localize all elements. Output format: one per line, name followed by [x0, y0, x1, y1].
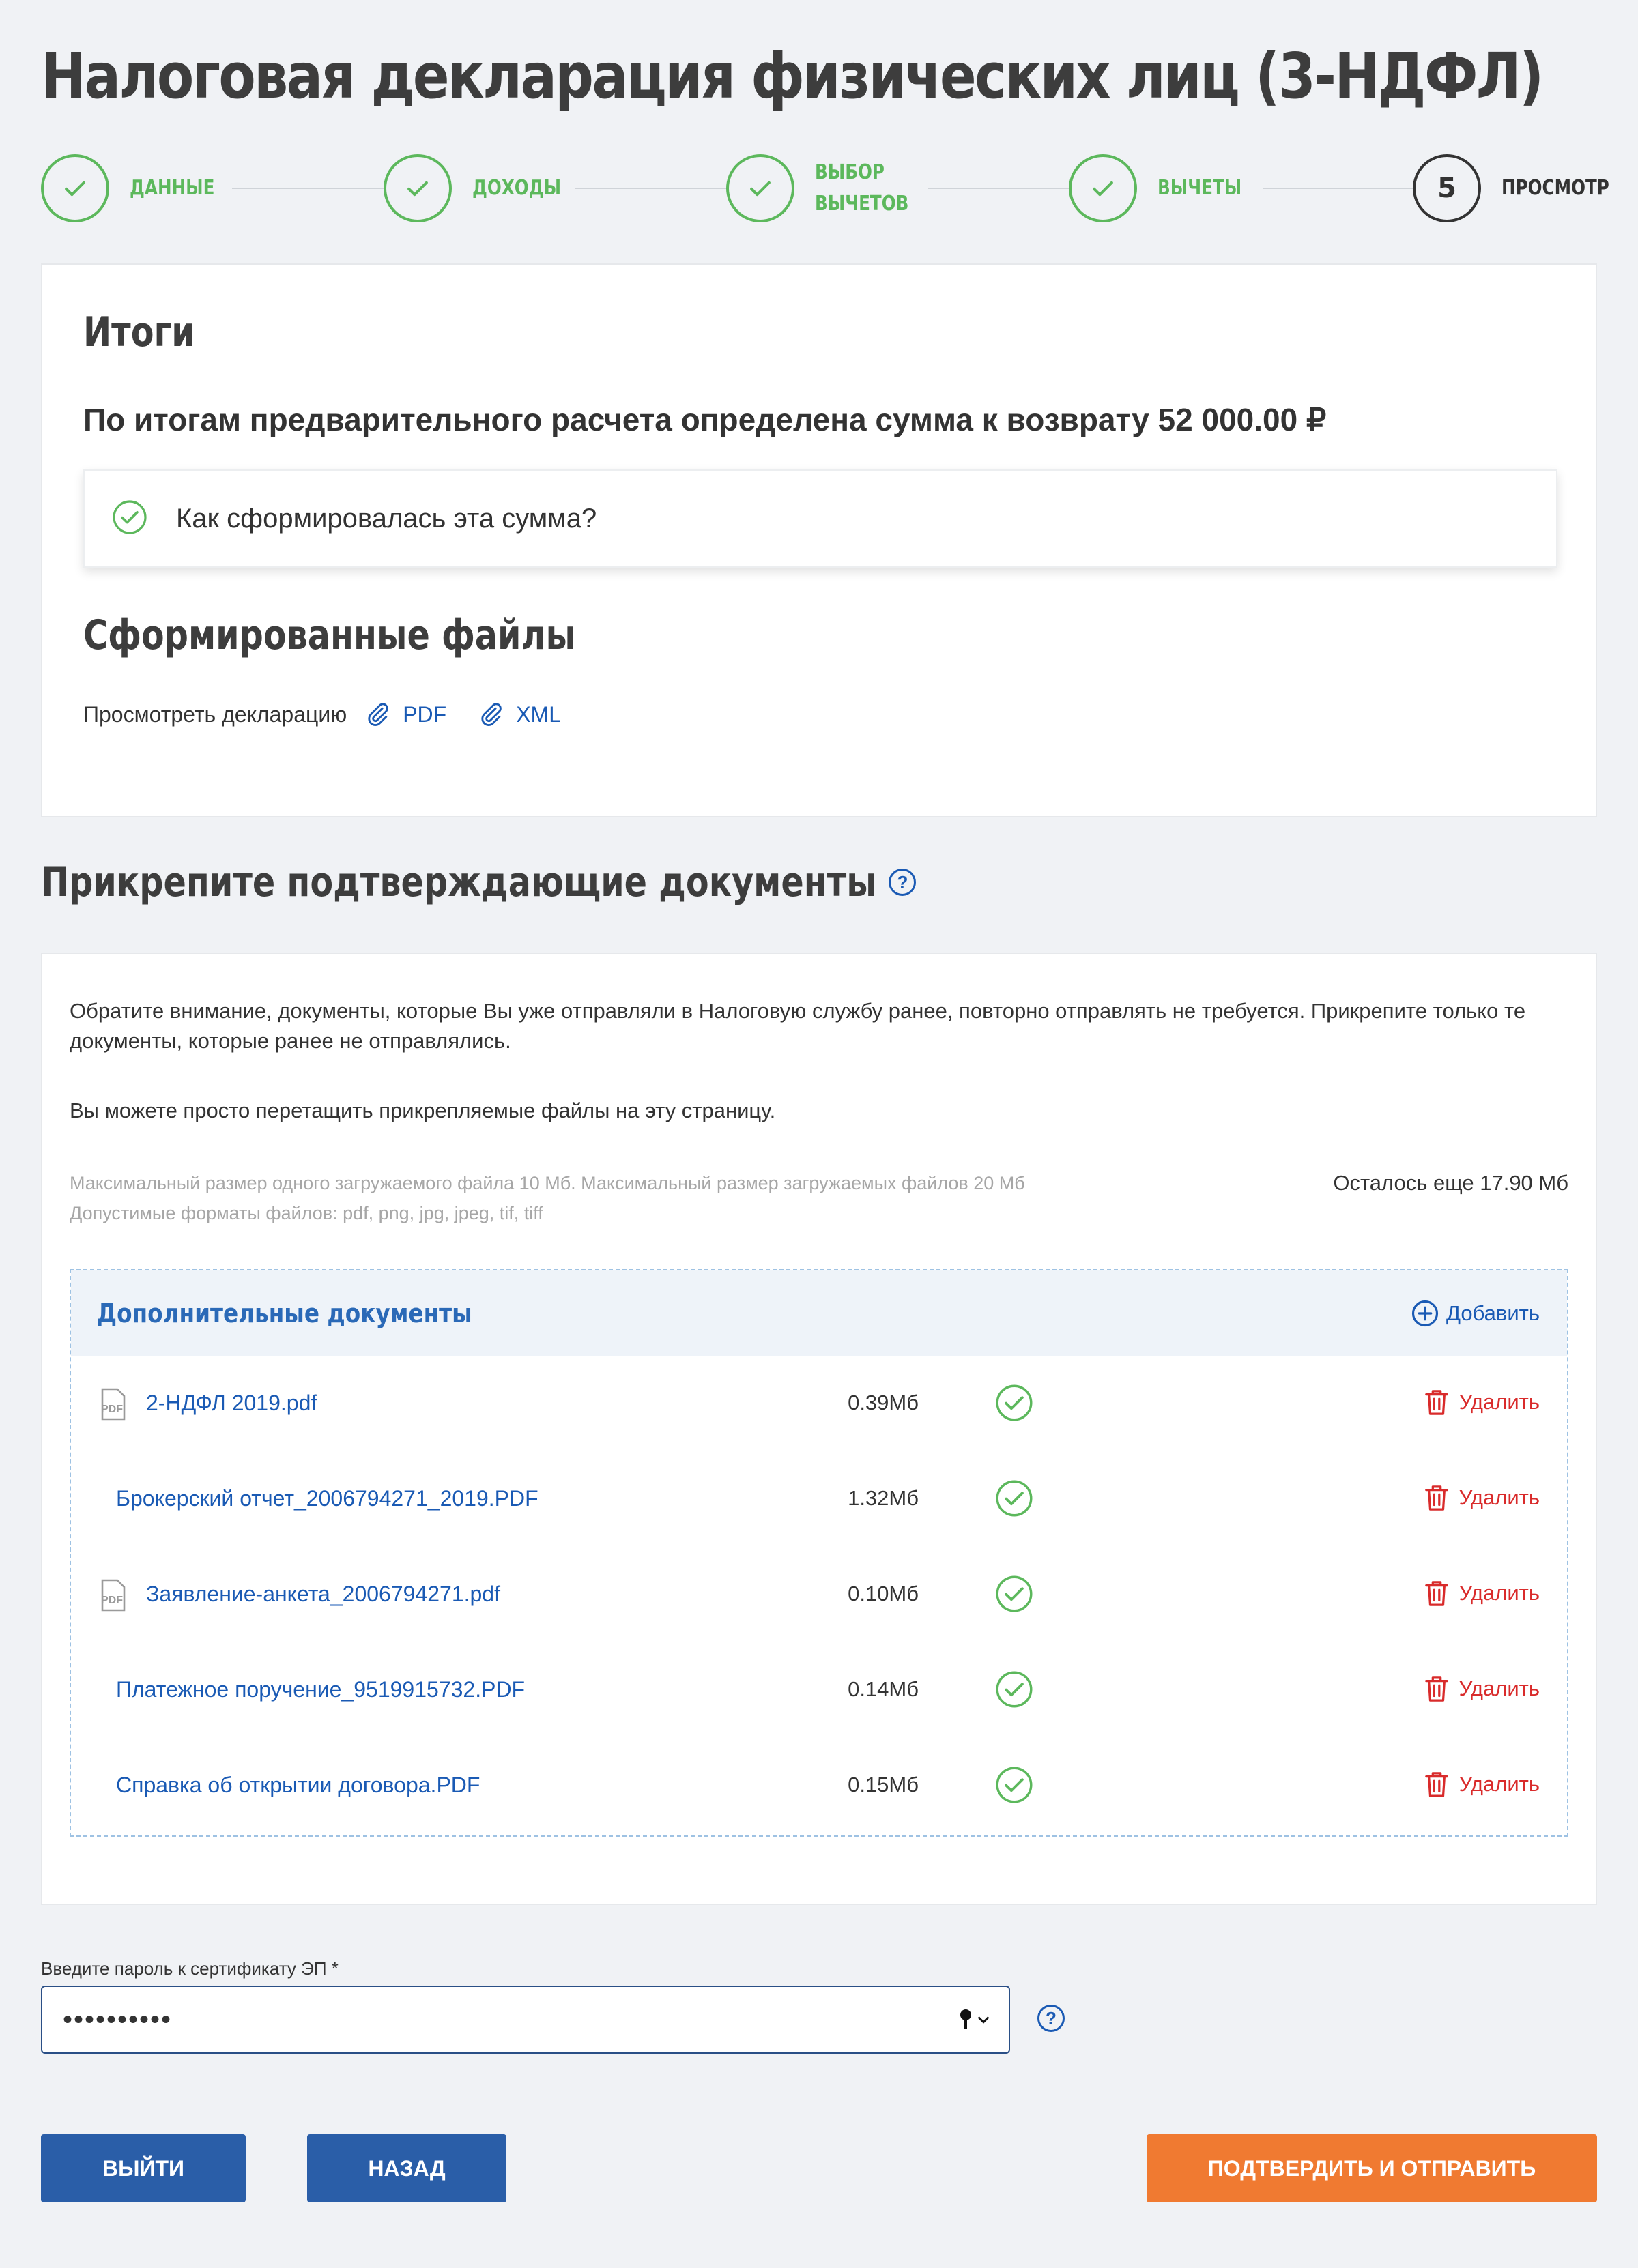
results-heading: Итоги [83, 308, 195, 356]
declaration-files: Просмотреть декларацию PDF XML [83, 701, 561, 727]
exit-button[interactable]: Выйти [41, 2134, 246, 2202]
step-deduction-choice[interactable]: Выбор вычетов [726, 154, 930, 222]
plus-circle-icon [1411, 1300, 1439, 1327]
drag-drop-note: Вы можете просто перетащить прикрепляемы… [70, 1099, 776, 1122]
check-icon [384, 154, 452, 222]
document-row: Справка об открытии договора.PDF 0.15Мб … [71, 1739, 1567, 1834]
step-number: 5 [1413, 154, 1481, 222]
check-circle-icon [995, 1384, 1033, 1425]
key-dropdown[interactable] [960, 2009, 991, 2031]
resend-note: Обратите внимание, документы, которые Вы… [70, 999, 1526, 1053]
back-button[interactable]: Назад [307, 2134, 506, 2202]
step-label: Вычеты [1158, 176, 1242, 200]
document-name[interactable]: Платежное поручение_9519915732.PDF [116, 1677, 525, 1702]
pdf-link[interactable]: PDF [364, 701, 446, 727]
help-icon[interactable]: ? [889, 869, 917, 896]
trash-icon [1424, 1581, 1448, 1606]
document-row: Брокерский отчет_2006794271_2019.PDF 1.3… [71, 1452, 1567, 1547]
step-data[interactable]: Данные [41, 154, 233, 222]
delete-button[interactable]: Удалить [1424, 1579, 1540, 1608]
step-deductions[interactable]: Вычеты [1069, 154, 1260, 222]
step-label: Просмотр [1502, 176, 1609, 200]
document-row: PDF Заявление-анкета_2006794271.pdf 0.10… [71, 1547, 1567, 1643]
step-review[interactable]: 5 Просмотр [1413, 154, 1633, 222]
check-circle-icon [995, 1479, 1033, 1521]
document-name[interactable]: Справка об открытии договора.PDF [116, 1773, 480, 1798]
accordion-label: Как сформировалась эта сумма? [176, 503, 597, 534]
svg-text:PDF: PDF [101, 1595, 123, 1606]
page-title: Налоговая декларация физических лиц (3-Н… [41, 40, 1544, 113]
password-label: Введите пароль к сертификату ЭП * [41, 1958, 339, 1979]
progress-stepper: Данные Доходы Выбор вычетов Вычеты 5 Про… [41, 154, 1609, 222]
upload-limits: Максимальный размер одного загружаемого … [70, 1173, 1025, 1223]
check-icon [1069, 154, 1137, 222]
step-connector [1263, 188, 1416, 189]
step-connector [575, 188, 734, 189]
additional-documents-dropzone[interactable]: Дополнительные документы Добавить PDF 2-… [70, 1269, 1568, 1837]
password-help-icon[interactable]: ? [1037, 2005, 1065, 2032]
pdf-file-icon: PDF [98, 1579, 128, 1615]
chevron-down-icon [977, 2016, 990, 2024]
attach-heading-text: Прикрепите подтверждающие документы [41, 858, 877, 906]
check-icon [726, 154, 794, 222]
document-name[interactable]: 2-НДФЛ 2019.pdf [146, 1391, 317, 1416]
document-size: 0.15Мб [848, 1773, 919, 1797]
add-document-button[interactable]: Добавить [1411, 1299, 1540, 1328]
trash-icon [1424, 1390, 1448, 1415]
trash-icon [1424, 1772, 1448, 1797]
document-size: 0.39Мб [848, 1391, 919, 1414]
view-declaration-label: Просмотреть декларацию [83, 701, 347, 727]
delete-button[interactable]: Удалить [1424, 1483, 1540, 1512]
docs-header: Дополнительные документы Добавить [71, 1270, 1567, 1356]
document-size: 0.14Мб [848, 1677, 919, 1701]
how-calculated-accordion[interactable]: Как сформировалась эта сумма? [83, 469, 1557, 568]
check-circle-icon [995, 1766, 1033, 1807]
remaining-quota: Осталось еще 17.90 Мб [1333, 1171, 1568, 1195]
results-panel: Итоги По итогам предварительного расчета… [41, 263, 1597, 817]
trash-icon [1424, 1676, 1448, 1702]
files-heading: Сформированные файлы [83, 611, 576, 659]
xml-link[interactable]: XML [478, 701, 561, 727]
key-icon [960, 2009, 971, 2029]
docs-title: Дополнительные документы [97, 1298, 472, 1328]
document-name[interactable]: Заявление-анкета_2006794271.pdf [146, 1582, 500, 1607]
check-icon [41, 154, 109, 222]
check-circle-icon [995, 1575, 1033, 1616]
delete-button[interactable]: Удалить [1424, 1388, 1540, 1416]
certificate-password-input[interactable] [41, 1986, 1010, 2054]
check-circle-icon [995, 1670, 1033, 1712]
refund-summary: По итогам предварительного расчета опред… [83, 402, 1327, 437]
svg-text:PDF: PDF [101, 1404, 123, 1415]
document-row: PDF 2-НДФЛ 2019.pdf 0.39Мб Удалить [71, 1356, 1567, 1452]
pdf-file-icon: PDF [98, 1388, 128, 1424]
check-circle-icon [112, 499, 147, 538]
step-label: Выбор вычетов [815, 160, 909, 216]
documents-panel: Обратите внимание, документы, которые Вы… [41, 953, 1597, 1905]
document-size: 0.10Мб [848, 1582, 919, 1605]
attach-heading: Прикрепите подтверждающие документы ? [41, 858, 917, 906]
document-name[interactable]: Брокерский отчет_2006794271_2019.PDF [116, 1486, 538, 1511]
step-income[interactable]: Доходы [384, 154, 581, 222]
paperclip-icon [368, 703, 388, 726]
step-connector [928, 188, 1077, 189]
paperclip-icon [481, 703, 502, 726]
confirm-and-send-button[interactable]: Подтвердить и отправить [1147, 2134, 1597, 2202]
step-label: Данные [130, 176, 215, 200]
document-size: 1.32Мб [848, 1486, 919, 1510]
delete-button[interactable]: Удалить [1424, 1770, 1540, 1799]
document-row: Платежное поручение_9519915732.PDF 0.14М… [71, 1643, 1567, 1739]
step-connector [232, 188, 392, 189]
trash-icon [1424, 1485, 1448, 1511]
delete-button[interactable]: Удалить [1424, 1674, 1540, 1703]
step-label: Доходы [472, 176, 562, 200]
